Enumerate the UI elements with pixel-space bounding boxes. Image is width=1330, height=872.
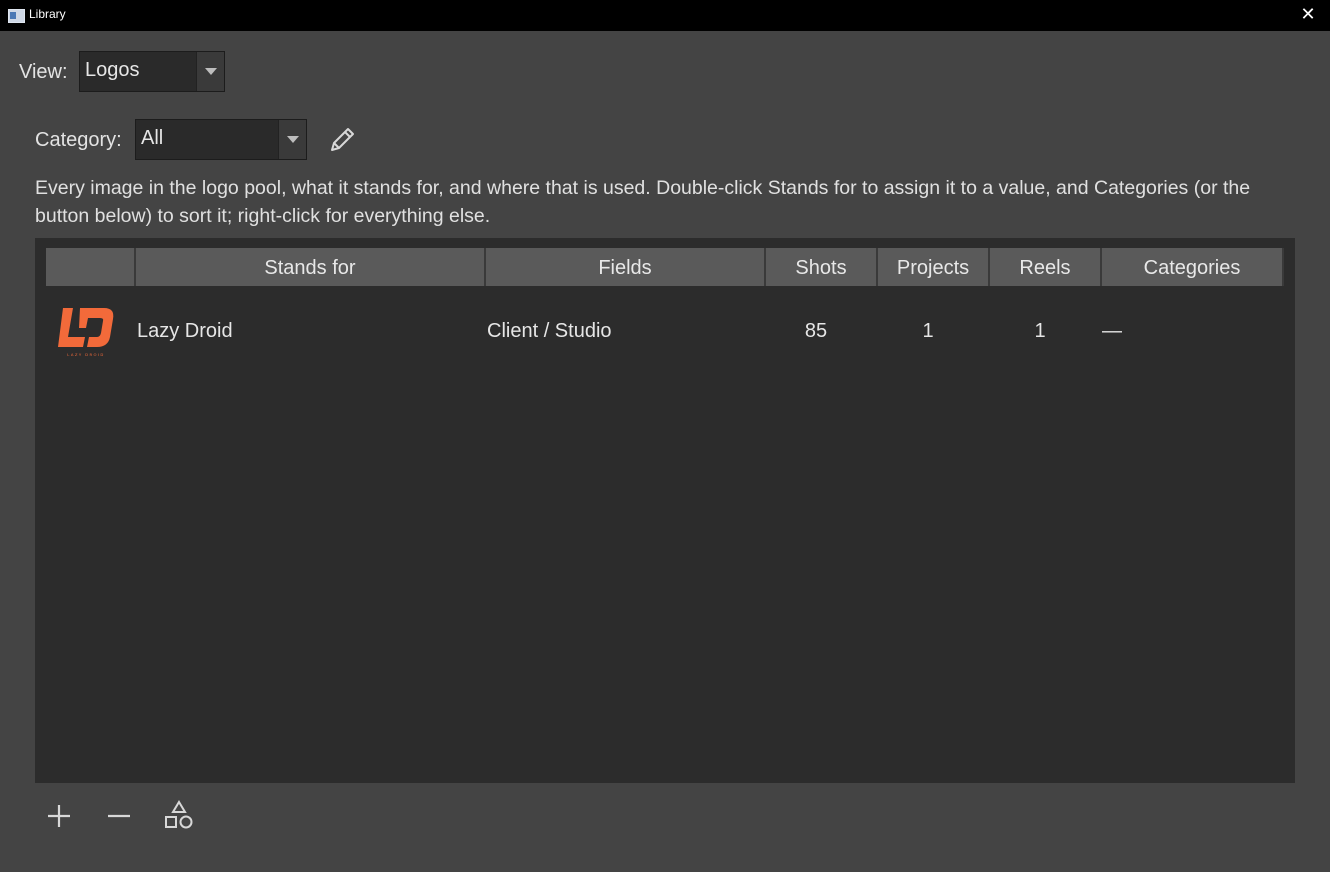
logo-text: LAZY DROID (67, 352, 105, 357)
window-title: Library (29, 7, 66, 21)
view-select-value: Logos (85, 59, 140, 81)
column-header-projects[interactable]: Projects (878, 248, 990, 286)
logo-thumbnail[interactable]: LAZY DROID (57, 306, 115, 358)
shots-cell: 85 (804, 320, 828, 342)
fields-cell: Client / Studio (487, 320, 612, 342)
column-header-categories[interactable]: Categories (1102, 248, 1284, 286)
column-header-thumbnail[interactable] (46, 248, 136, 286)
column-header-fields[interactable]: Fields (486, 248, 766, 286)
stands-for-cell[interactable]: Lazy Droid (137, 320, 233, 343)
chevron-down-icon[interactable] (278, 120, 306, 159)
description-text: Every image in the logo pool, what it st… (35, 177, 1251, 227)
logo-table[interactable]: Stands for Fields Shots Projects Reels C… (35, 238, 1295, 783)
category-select-value: All (141, 127, 164, 149)
categories-cell[interactable]: — (1102, 320, 1122, 343)
category-select[interactable]: All (135, 119, 307, 160)
view-select[interactable]: Logos (79, 51, 225, 92)
app-icon (8, 9, 25, 23)
chevron-down-icon[interactable] (196, 52, 224, 91)
column-header-shots[interactable]: Shots (766, 248, 878, 286)
shapes-icon[interactable] (163, 800, 195, 832)
plus-icon[interactable] (43, 800, 75, 832)
title-bar: Library ✕ (0, 0, 1330, 31)
reels-cell: 1 (1034, 320, 1046, 342)
minus-icon[interactable] (103, 800, 135, 832)
projects-cell: 1 (922, 320, 934, 342)
column-header-stands-for[interactable]: Stands for (136, 248, 486, 286)
view-label: View: (19, 61, 68, 83)
close-icon[interactable]: ✕ (1298, 4, 1318, 26)
pencil-icon[interactable] (326, 124, 358, 156)
column-header-reels[interactable]: Reels (990, 248, 1102, 286)
category-label: Category: (35, 129, 122, 151)
